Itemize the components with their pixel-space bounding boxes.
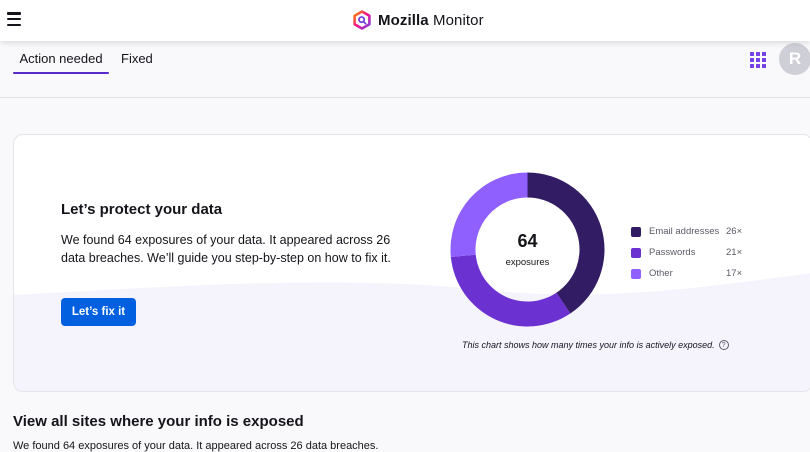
legend-swatch xyxy=(631,226,641,237)
chart-legend: Email addresses 26× Passwords 21× Other … xyxy=(631,221,742,284)
exposures-summary-card: Let’s protect your data We found 64 expo… xyxy=(13,134,810,392)
card-description: We found 64 exposures of your data. It a… xyxy=(61,233,391,265)
chart-note: This chart shows how many times your inf… xyxy=(462,340,729,350)
section-description: We found 64 exposures of your data. It a… xyxy=(13,440,379,452)
monitor-logo-icon xyxy=(353,10,371,30)
legend-count: 21× xyxy=(726,247,743,258)
question-circle-icon[interactable]: ? xyxy=(718,340,729,350)
donut-total: 64 xyxy=(517,231,538,251)
avatar[interactable]: R xyxy=(779,43,810,75)
card-title: Let’s protect your data xyxy=(61,201,223,218)
brand[interactable]: Mozilla Monitor xyxy=(352,9,484,31)
legend-label: Other xyxy=(649,268,673,279)
legend-item-email: Email addresses 26× xyxy=(631,221,742,242)
legend-swatch xyxy=(631,247,641,258)
tab-action-needed[interactable]: Action needed xyxy=(13,51,109,75)
donut-label: exposures xyxy=(505,257,550,268)
section-title: View all sites where your info is expose… xyxy=(13,413,304,430)
tab-fixed[interactable]: Fixed xyxy=(121,51,153,67)
brand-name: Mozilla Monitor xyxy=(378,11,484,29)
hamburger-icon[interactable] xyxy=(7,12,21,26)
top-bar: Mozilla Monitor xyxy=(0,0,810,41)
legend-count: 17× xyxy=(726,268,743,279)
chart-note-text: This chart shows how many times your inf… xyxy=(462,340,715,350)
legend-swatch xyxy=(631,268,641,279)
sub-navigation: Action needed Fixed xyxy=(0,41,810,98)
donut-center: 64 exposures xyxy=(450,172,605,327)
legend-count: 26× xyxy=(726,226,743,237)
apps-grid-icon[interactable] xyxy=(750,52,766,68)
legend-label: Email addresses xyxy=(649,226,720,237)
legend-label: Passwords xyxy=(649,247,696,258)
legend-item-passwords: Passwords 21× xyxy=(631,242,742,263)
legend-item-other: Other 17× xyxy=(631,263,742,284)
fix-it-button[interactable]: Let’s fix it xyxy=(61,298,136,326)
